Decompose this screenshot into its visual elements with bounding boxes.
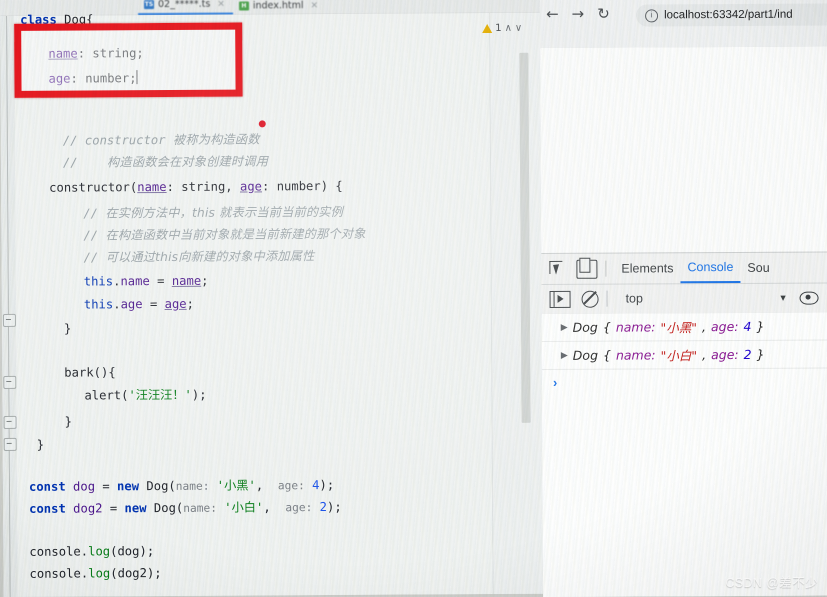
console-prompt[interactable]: › [542,368,827,394]
object-value: 2 [743,346,752,362]
object-open: { [602,319,611,335]
code-line: console.log(dog2); [29,566,162,581]
object-name: Dog [572,347,599,363]
fold-toggle[interactable] [3,437,17,451]
annotation-dot [258,120,266,128]
context-selector[interactable]: top ▼ [625,291,796,306]
address-bar[interactable]: i localhost:63342/part1/ind [636,3,827,27]
inspect-element-icon[interactable] [549,260,568,277]
back-icon[interactable]: ← [546,5,559,23]
fold-guide-line [6,15,11,597]
disclosure-triangle-icon[interactable]: ▶ [561,322,568,332]
typescript-file-icon: TS [144,0,155,10]
code-line: this.name = name; [83,273,209,289]
code-comment-line: // constructor 被称为构造函数 [62,132,260,148]
inspection-status[interactable]: 1 ∧ ∨ [482,23,522,34]
editor-tab-label: 02_*****.ts [157,0,211,11]
chevron-up-icon[interactable]: ∧ [505,23,512,34]
object-value: "小黑" [660,320,698,336]
tab-console[interactable]: Console [680,253,741,283]
address-bar-url: localhost:63342/part1/ind [664,8,793,22]
editor-inspection-bar: 1 ∧ ∨ [482,12,544,595]
console-toolbar: top ▼ [541,282,827,315]
object-sep: , [701,319,707,335]
close-icon[interactable]: ✕ [311,1,319,11]
object-close: } [756,318,765,334]
ide-window: TS 02_*****.ts ✕ H index.html ✕ class Do… [0,0,544,597]
code-comment-line: // 构造函数会在对象创建时调用 [62,154,269,170]
page-viewport[interactable] [540,46,827,253]
fold-toggle[interactable] [3,375,17,389]
object-value: 4 [743,318,752,334]
code-editor[interactable]: class Dog{ name: string; age: number; //… [14,12,494,597]
code-line: console.log(dog); [29,544,155,559]
fold-toggle[interactable] [3,415,17,429]
object-name: Dog [572,319,598,335]
object-key: name: [615,347,656,363]
chevron-down-icon[interactable]: ∨ [515,23,522,34]
disclosure-triangle-icon[interactable]: ▶ [561,350,568,360]
prompt-icon: › [552,374,558,390]
code-line: } [36,437,45,452]
eye-icon[interactable] [799,291,819,305]
code-line: } [63,321,72,336]
tab-elements[interactable]: Elements [614,255,680,282]
browser-window: ← → ↻ i localhost:63342/part1/ind Elemen… [540,0,827,597]
console-log-list[interactable]: ▶ Dog { name: "小黑" , age: 4 } ▶ Dog { na… [541,312,827,597]
chevron-down-icon: ▼ [778,292,788,303]
object-key: age: [711,346,739,363]
forward-icon[interactable]: → [572,5,585,23]
screen-photo: TS 02_*****.ts ✕ H index.html ✕ class Do… [0,0,827,597]
object-open: { [602,347,611,363]
code-line: const dog = new Dog(name: '小黑', age: 4); [28,477,335,494]
code-comment-line: // 在实例方法中，this 就表示当前当前的实例 [83,204,344,221]
code-line: alert('汪汪汪！'); [84,387,207,403]
editor-tab-typescript[interactable]: TS 02_*****.ts ✕ [137,0,233,16]
editor-vertical-scrollbar[interactable] [519,52,531,423]
code-comment-line: // 在构造函数中当前对象就是当前新建的那个对象 [83,226,366,243]
divider [606,290,608,307]
code-line: constructor(name: string, age: number) { [49,178,343,195]
device-toolbar-icon[interactable] [576,259,598,279]
browser-toolbar: ← → ↻ i localhost:63342/part1/ind [540,0,827,49]
object-sep: , [702,347,707,363]
console-log-row[interactable]: ▶ Dog { name: "小黑" , age: 4 } [541,312,827,342]
object-close: } [756,346,765,362]
devtools-tab-bar: Elements Console Sou [541,252,827,285]
watermark: CSDN @差不少 [725,576,818,590]
warning-count: 1 [495,22,502,34]
clear-console-icon[interactable] [581,290,599,308]
fold-toggle[interactable] [2,313,16,327]
console-log-row[interactable]: ▶ Dog { name: "小白" , age: 2 } [541,340,827,370]
object-key: age: [710,318,739,335]
code-line: this.age = age; [83,296,194,312]
code-comment-line: // 可以通过this向新建的对象中添加属性 [83,249,315,265]
code-line: bark(){ [64,365,116,380]
close-icon[interactable]: ✕ [217,0,225,9]
html-file-icon: H [238,1,249,11]
reload-icon[interactable]: ↻ [597,5,610,23]
object-value: "小白" [660,348,698,364]
tab-sources[interactable]: Sou [740,254,776,281]
devtools-panel: Elements Console Sou top ▼ ▶ Dog {name:… [541,251,827,597]
annotation-rectangle [14,22,243,98]
info-icon[interactable]: i [645,8,659,22]
context-selector-value: top [625,291,643,306]
execution-context-icon[interactable] [549,290,571,308]
editor-tab-label: index.html [252,0,304,12]
code-line: } [64,414,72,429]
editor-tab-html[interactable]: H index.html ✕ [233,0,326,15]
code-line: const dog2 = new Dog(name: '小白', age: 2)… [29,499,342,516]
warning-triangle-icon [482,23,493,34]
object-key: name: [615,319,656,335]
divider [605,260,607,277]
